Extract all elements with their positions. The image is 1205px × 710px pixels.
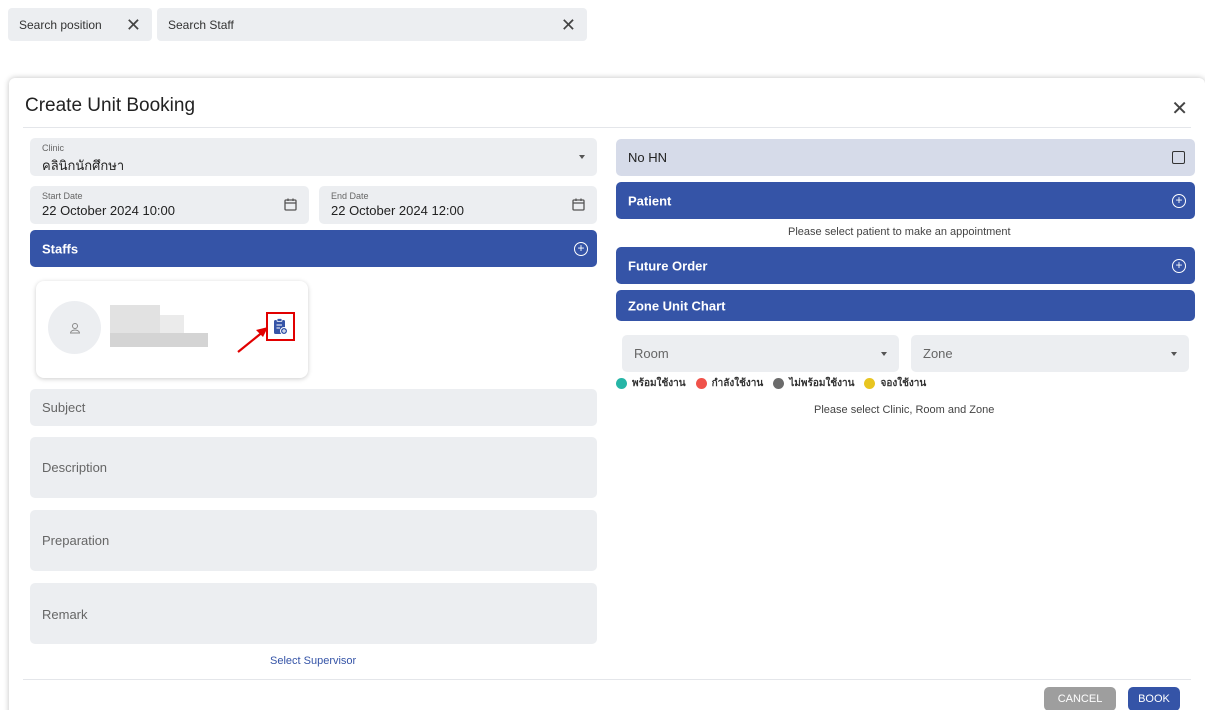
start-date-label: Start Date xyxy=(42,191,83,201)
add-future-order-icon[interactable]: + xyxy=(1172,258,1186,273)
remark-input[interactable]: Remark xyxy=(30,583,597,644)
clear-staff-icon[interactable]: ✕ xyxy=(561,16,576,34)
future-order-header: Future Order + xyxy=(616,247,1195,284)
legend-label: ไม่พร้อมใช้งาน xyxy=(789,378,855,389)
staff-name-blurred xyxy=(160,315,184,333)
add-staff-icon[interactable]: + xyxy=(574,241,588,256)
end-date-field[interactable]: End Date 22 October 2024 12:00 xyxy=(319,186,597,224)
legend-label: พร้อมใช้งาน xyxy=(632,378,686,389)
end-date-label: End Date xyxy=(331,191,369,201)
chevron-down-icon xyxy=(1171,351,1177,356)
zone-message: Please select Clinic, Room and Zone xyxy=(814,404,995,416)
clinic-label: Clinic xyxy=(42,143,65,153)
no-hn-field[interactable]: No HN xyxy=(616,139,1195,176)
description-placeholder: Description xyxy=(42,460,108,475)
legend-dot xyxy=(773,378,785,389)
chevron-down-icon xyxy=(579,155,585,159)
no-hn-label: No HN xyxy=(628,150,668,165)
description-input[interactable]: Description xyxy=(30,437,597,498)
clear-position-icon[interactable]: ✕ xyxy=(126,16,141,34)
room-select[interactable]: Room xyxy=(622,335,899,372)
calendar-icon[interactable] xyxy=(284,198,297,214)
staff-card xyxy=(36,281,308,378)
legend-dot xyxy=(695,378,707,389)
person-icon xyxy=(69,322,80,333)
zone-select[interactable]: Zone xyxy=(911,335,1189,372)
book-button[interactable]: BOOK xyxy=(1128,687,1180,710)
clinic-value: คลินิกนักศึกษา xyxy=(42,158,125,173)
search-staff-input[interactable]: Search Staff ✕ xyxy=(157,8,587,41)
avatar xyxy=(48,301,101,354)
chevron-down-icon xyxy=(881,351,887,356)
red-arrow-annotation xyxy=(237,327,268,353)
close-icon[interactable]: ✕ xyxy=(1171,96,1188,121)
patient-title: Patient xyxy=(628,193,672,208)
highlight-box xyxy=(266,312,295,341)
header-divider xyxy=(23,127,1191,128)
zone-unit-chart-header: Zone Unit Chart xyxy=(616,290,1195,321)
subject-input[interactable]: Subject xyxy=(30,389,597,426)
add-patient-icon[interactable]: + xyxy=(1172,193,1186,208)
footer-divider xyxy=(23,679,1191,680)
future-order-title: Future Order xyxy=(628,258,708,273)
legend-item: ไม่พร้อมใช้งาน xyxy=(773,376,854,391)
staffs-title: Staffs xyxy=(42,241,79,256)
cancel-button[interactable]: CANCEL xyxy=(1044,687,1116,710)
zone-unit-chart-title: Zone Unit Chart xyxy=(628,298,726,313)
dialog-title: Create Unit Booking xyxy=(25,95,196,116)
calendar-icon[interactable] xyxy=(572,198,585,214)
clipboard-add-icon[interactable] xyxy=(273,318,288,335)
no-hn-checkbox[interactable] xyxy=(1172,151,1185,164)
patient-header: Patient + xyxy=(616,182,1195,219)
status-legend: พร้อมใช้งาน กำลังใช้งาน ไม่พร้อมใช้งาน จ… xyxy=(616,376,936,391)
remark-placeholder: Remark xyxy=(42,607,88,622)
search-position-input[interactable]: Search position ✕ xyxy=(8,8,152,41)
preparation-input[interactable]: Preparation xyxy=(30,510,597,571)
end-date-value: 22 October 2024 12:00 xyxy=(331,203,464,218)
legend-item: กำลังใช้งาน xyxy=(695,376,764,391)
select-supervisor-link[interactable]: Select Supervisor xyxy=(270,655,356,667)
patient-message: Please select patient to make an appoint… xyxy=(788,226,1011,238)
legend-item: พร้อมใช้งาน xyxy=(616,376,686,391)
room-placeholder: Room xyxy=(634,346,669,361)
legend-dot xyxy=(616,378,627,389)
search-position-placeholder: Search position xyxy=(19,17,102,32)
zone-placeholder: Zone xyxy=(923,346,953,361)
legend-dot xyxy=(864,378,876,389)
legend-item: จองใช้งาน xyxy=(864,376,926,391)
legend-label: กำลังใช้งาน xyxy=(711,378,764,389)
staff-name-blurred xyxy=(110,333,208,347)
preparation-placeholder: Preparation xyxy=(42,533,110,548)
create-unit-booking-dialog: Create Unit Booking ✕ Clinic คลินิกนักศึ… xyxy=(9,78,1205,710)
legend-label: จองใช้งาน xyxy=(880,378,927,389)
search-staff-placeholder: Search Staff xyxy=(168,17,234,32)
start-date-value: 22 October 2024 10:00 xyxy=(42,203,175,218)
start-date-field[interactable]: Start Date 22 October 2024 10:00 xyxy=(30,186,309,224)
subject-placeholder: Subject xyxy=(42,400,86,415)
staffs-header: Staffs + xyxy=(30,230,597,267)
clinic-select[interactable]: Clinic คลินิกนักศึกษา xyxy=(30,138,597,176)
